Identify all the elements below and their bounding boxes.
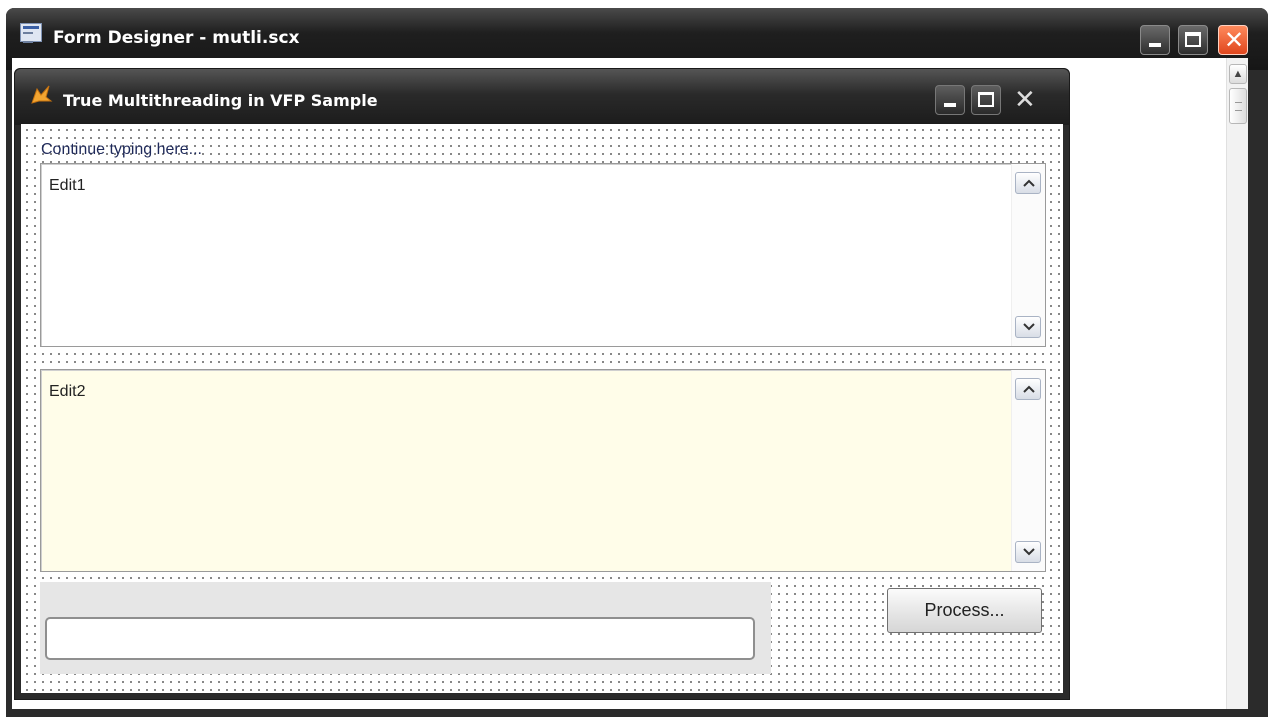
- workspace-vertical-scrollbar[interactable]: ▲: [1226, 58, 1248, 709]
- form-title: True Multithreading in VFP Sample: [63, 91, 378, 110]
- form-designer-icon: [20, 23, 42, 43]
- process-button[interactable]: Process...: [887, 588, 1042, 633]
- edit2-text: Edit2: [49, 383, 86, 400]
- form-window: True Multithreading in VFP Sample ✕ Cont…: [14, 68, 1070, 700]
- scroll-up-icon[interactable]: [1015, 172, 1041, 194]
- minimize-icon: [944, 103, 956, 107]
- minimize-icon: [1149, 43, 1161, 47]
- edit1-text: Edit1: [49, 177, 86, 194]
- form-close-button[interactable]: ✕: [1009, 85, 1039, 115]
- edit1-scrollbar[interactable]: [1011, 164, 1045, 346]
- form-minimize-button[interactable]: [935, 85, 965, 115]
- edit2-box[interactable]: Edit2: [40, 369, 1046, 572]
- form-titlebar[interactable]: True Multithreading in VFP Sample ✕: [15, 69, 1069, 125]
- continue-typing-label[interactable]: Continue typing here...: [41, 141, 202, 159]
- close-icon: ✕: [1224, 26, 1245, 54]
- maximize-button[interactable]: [1178, 25, 1208, 55]
- scroll-up-arrow-icon[interactable]: ▲: [1229, 64, 1247, 84]
- form-maximize-button[interactable]: [971, 85, 1001, 115]
- vfp-fox-icon: [31, 85, 53, 104]
- minimize-button[interactable]: [1140, 25, 1170, 55]
- close-icon: ✕: [1014, 85, 1036, 115]
- window-title: Form Designer - mutli.scx: [53, 28, 300, 48]
- maximize-icon: [978, 92, 994, 107]
- maximize-icon: [1185, 32, 1201, 47]
- scroll-down-icon[interactable]: [1015, 316, 1041, 338]
- close-button[interactable]: ✕: [1218, 25, 1248, 55]
- scroll-down-icon[interactable]: [1015, 541, 1041, 563]
- scroll-up-icon[interactable]: [1015, 378, 1041, 400]
- scroll-thumb[interactable]: [1229, 88, 1247, 124]
- form-canvas-grid[interactable]: Continue typing here... Edit1 Edit2 Proc…: [21, 124, 1063, 693]
- edit1-box[interactable]: Edit1: [40, 163, 1046, 347]
- edit2-scrollbar[interactable]: [1011, 370, 1045, 571]
- input-textbox[interactable]: [45, 617, 755, 660]
